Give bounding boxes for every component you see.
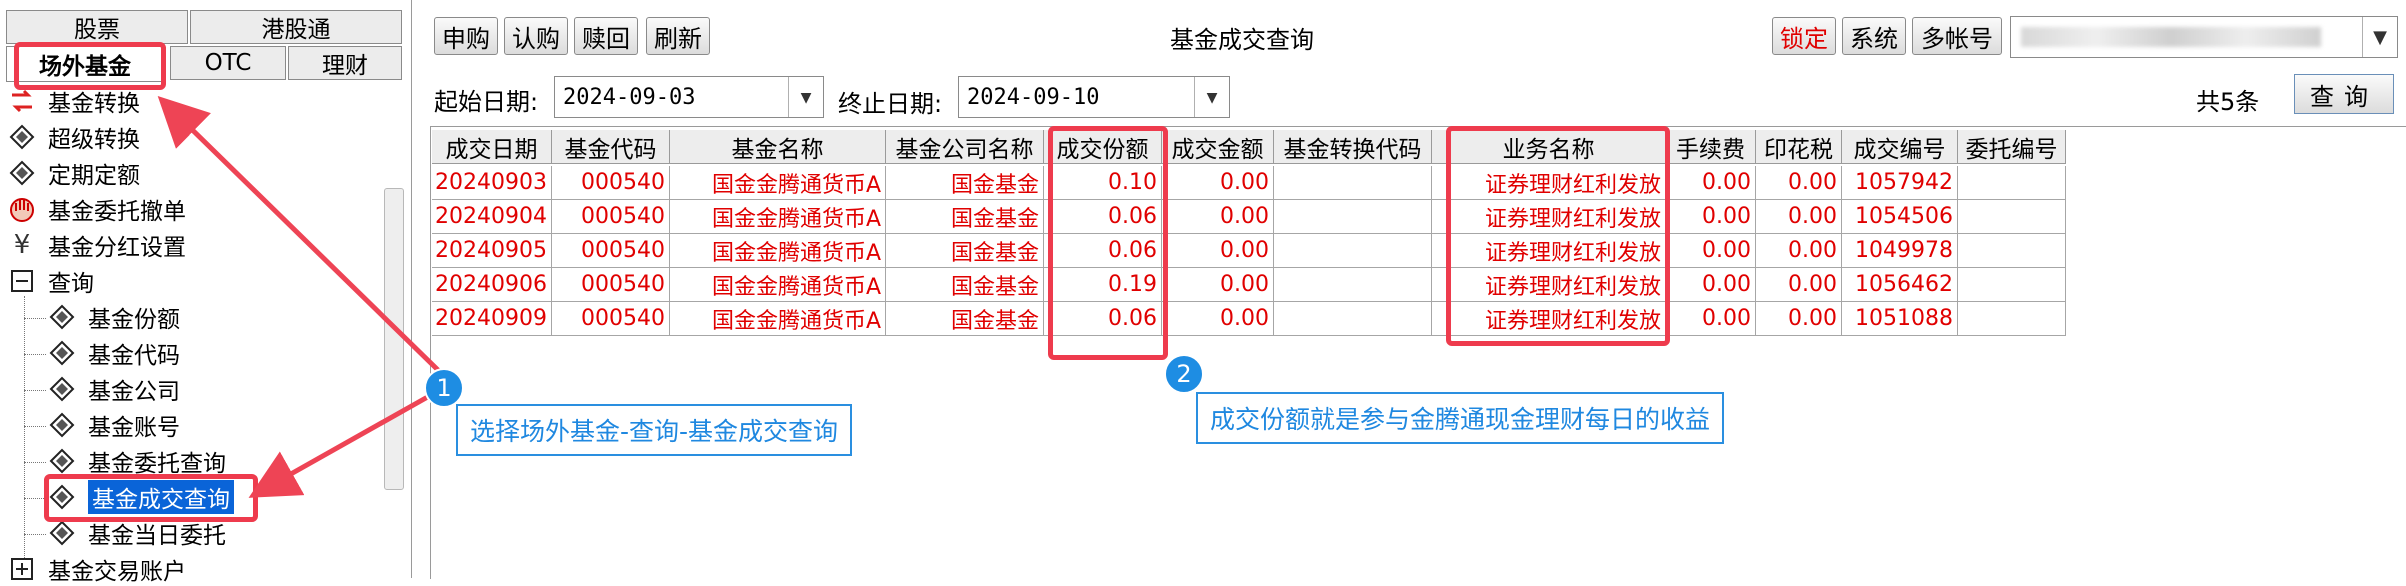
arrow-to-tab [157,96,442,374]
arrow-to-tree-item [248,387,442,498]
step-note-2: 成交份额就是参与金腾通现金理财每日的收益 [1196,392,1725,444]
step-badge-1: 1 [424,368,464,408]
step-note-1: 选择场外基金-查询-基金成交查询 [456,404,853,456]
step-badge-2: 2 [1164,354,1204,394]
annotation-arrows [157,96,442,498]
